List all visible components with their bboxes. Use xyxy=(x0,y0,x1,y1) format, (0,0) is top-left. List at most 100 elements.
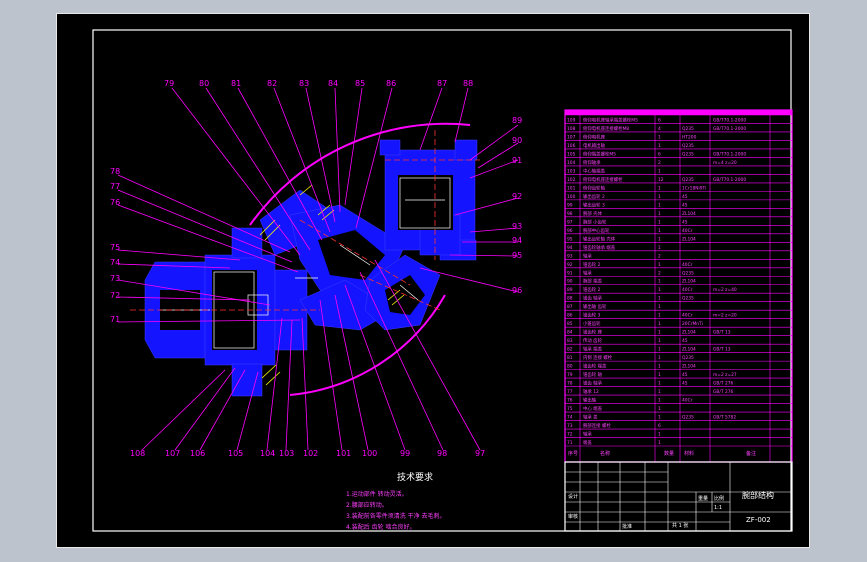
bom-cell: 1 xyxy=(658,389,661,395)
balloon-79: 79 xyxy=(164,79,174,88)
bom-cell: ZL104 xyxy=(682,364,696,370)
bom-cell: ZL104 xyxy=(682,330,696,336)
bom-cell: 40Cr xyxy=(682,287,693,293)
bom-cell: 俯仰端盖螺栓M5 xyxy=(583,150,616,157)
balloon-83: 83 xyxy=(299,79,309,88)
bom-cell: 1 xyxy=(658,432,661,438)
bom-cell: HT200 xyxy=(682,134,697,140)
bom-cell: 中心轴端盖 xyxy=(583,167,606,174)
bom-cell: 73 xyxy=(567,423,573,429)
bom-cell: 俯仰轴承 xyxy=(583,159,601,166)
bom-cell: 106 xyxy=(567,143,576,149)
bom-cell: 1 xyxy=(658,236,661,242)
bom-cell: 俯仰电机座连接螺栓 xyxy=(583,176,623,183)
bom-cell: 1 xyxy=(658,194,661,200)
bom-cell: 45 xyxy=(682,381,688,387)
bom-cell: 1 xyxy=(658,406,661,412)
bom-cell: 1 xyxy=(658,347,661,353)
bom-cell: 101 xyxy=(567,185,576,191)
title-ratio: 比例 xyxy=(714,495,724,502)
bom-cell: 6 xyxy=(658,117,661,123)
balloon-91: 91 xyxy=(512,156,522,165)
tech-note-1: 1.运动部件 转动灵活。 xyxy=(346,490,408,498)
bom-cell: ZL104 xyxy=(682,347,696,353)
bom-cell: 1 xyxy=(658,245,661,251)
bom-cell: 1 xyxy=(658,381,661,387)
bom-cell: 轴承 xyxy=(583,431,592,438)
bom-cell: 轴承 盖 xyxy=(583,414,598,421)
bom-cell: 腕部 壳体 xyxy=(583,210,603,217)
balloon-106: 106 xyxy=(190,449,205,458)
bom-cell: 1 xyxy=(658,219,661,225)
bom-cell: 95 xyxy=(567,236,573,242)
bom-cell: 78 xyxy=(567,381,573,387)
bom-cell: 45 xyxy=(682,194,688,200)
bom-cell: m=4 z=20 xyxy=(713,160,737,166)
bom-cell: 104 xyxy=(567,160,576,166)
balloon-90: 90 xyxy=(512,136,522,145)
bom-cell: 输出齿轮 2 xyxy=(583,193,605,200)
bom-cell: 传动 齿轮 xyxy=(583,337,603,344)
bom-cell: 80 xyxy=(567,364,573,370)
bom-cell: 1 xyxy=(658,279,661,285)
bom-cell: 1 xyxy=(658,228,661,234)
bom-cell: 40Cr xyxy=(682,262,693,268)
bom-cell: 109 xyxy=(567,117,576,123)
bill-of-materials: 109 俯仰电机座轴承端盖螺栓M5 6 GB/T70.1-2000 108 俯仰电机座连接… xyxy=(564,109,793,463)
bom-cell: 锥齿轮 轴 xyxy=(583,371,603,378)
bom-cell: 71 xyxy=(567,440,573,446)
balloon-82: 82 xyxy=(267,79,277,88)
bom-cell: Q235 xyxy=(682,177,694,183)
bom-cell: 1 xyxy=(658,415,661,421)
bom-cell: GB/T70.1-2000 xyxy=(713,117,746,123)
bom-cell: 4 xyxy=(658,126,661,132)
balloon-87: 87 xyxy=(437,79,447,88)
bom-cell: 电机输出轴 xyxy=(583,142,606,149)
bom-cell: 1 xyxy=(658,185,661,191)
balloon-99: 99 xyxy=(400,449,410,458)
bom-cell: 1 xyxy=(658,321,661,327)
bom-cell: Q235 xyxy=(682,126,694,132)
bom-cell: 84 xyxy=(567,330,573,336)
bom-cell: 端盖 xyxy=(583,439,592,446)
bom-cell: 锥齿轮轴承 端盖 xyxy=(583,244,616,251)
bom-cell: 108 xyxy=(567,126,576,132)
balloon-84: 84 xyxy=(328,79,338,88)
bom-header-material: 材料 xyxy=(684,450,694,457)
bom-header-no: 序号 xyxy=(568,450,578,457)
bom-cell: 97 xyxy=(567,219,573,225)
title-designer: 设计 xyxy=(568,493,578,500)
bom-cell: 锥齿轮 3 xyxy=(583,312,601,319)
bom-cell: 输出轴 xyxy=(583,397,597,404)
bom-cell: 40Cr xyxy=(682,228,693,234)
balloon-107: 107 xyxy=(165,449,180,458)
bom-cell: 93 xyxy=(567,253,573,259)
bom-cell: 轴承 端盖 xyxy=(583,346,603,353)
balloon-80: 80 xyxy=(199,79,209,88)
bom-cell: 45 xyxy=(682,372,688,378)
bom-cell: 锥齿轮 2 xyxy=(583,261,601,268)
bom-cell: 94 xyxy=(567,245,573,251)
bom-cell: 1 xyxy=(658,398,661,404)
bom-cell: 腕部 小齿轮 xyxy=(583,218,607,225)
bom-cell: 俯仰齿轮轴 xyxy=(583,184,606,191)
title-drawing-name: 腕部结构 xyxy=(742,490,774,500)
bom-cell: 输出轴 齿轮 xyxy=(583,303,607,310)
bom-cell: 1 xyxy=(658,287,661,293)
bom-cell: 1 xyxy=(658,304,661,310)
bom-cell: 1 xyxy=(658,313,661,319)
bom-cell: 2 xyxy=(658,253,661,259)
balloon-76: 76 xyxy=(110,198,120,207)
bom-cell: 6 xyxy=(658,151,661,157)
bom-cell: m=2 z=27 xyxy=(713,372,737,378)
balloon-95: 95 xyxy=(512,251,522,260)
title-block: 腕部结构 ZF-002 重量 比例 1:1 共 1 张 设计 审核 批准 xyxy=(564,461,793,532)
title-check: 审核 xyxy=(568,513,578,520)
bom-cell: Q235 xyxy=(682,415,694,421)
bom-cell: 输出齿轮 3 xyxy=(583,201,605,208)
bom-cell: GB/T 13 xyxy=(713,330,731,336)
balloon-94: 94 xyxy=(512,236,522,245)
bom-cell: 89 xyxy=(567,287,573,293)
bom-cell: 1 xyxy=(658,134,661,140)
bom-cell: 腕部连接 螺栓 xyxy=(583,422,611,429)
